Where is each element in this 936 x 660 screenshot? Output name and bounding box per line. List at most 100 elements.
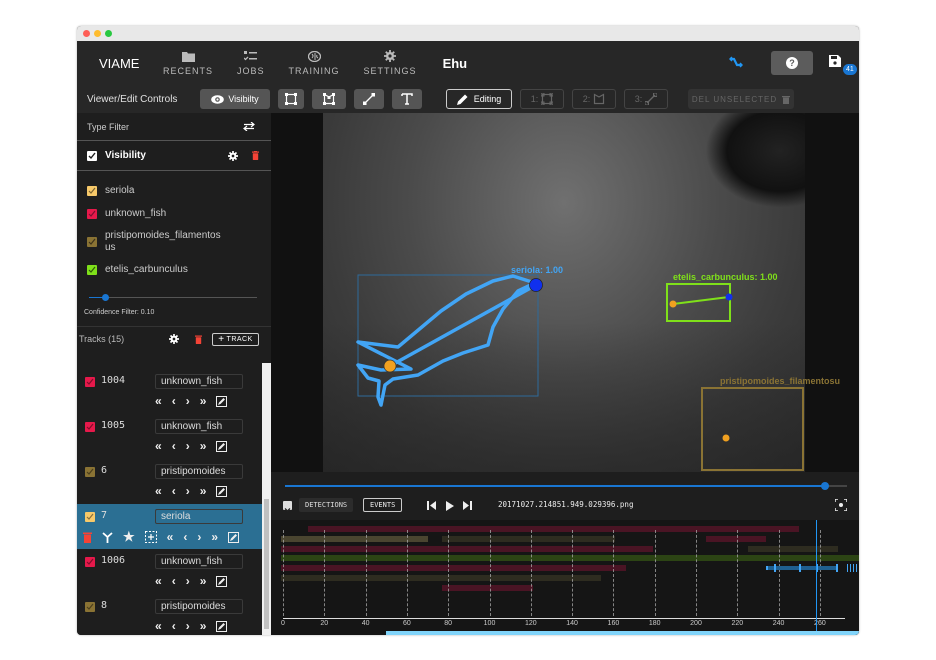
type-checkbox[interactable] <box>87 208 97 219</box>
previous-frame-icon[interactable]: ‹ <box>183 530 187 544</box>
track-row[interactable]: 1005 unknown_fish « ‹ › » <box>77 414 262 459</box>
app-brand[interactable]: VIAME <box>99 56 163 71</box>
timeline-track-bar[interactable] <box>280 545 653 552</box>
visibility-all-checkbox[interactable] <box>87 150 97 161</box>
skip-next-icon[interactable] <box>463 501 472 510</box>
track-checkbox[interactable] <box>85 512 95 522</box>
nav-recents[interactable]: RECENTS <box>163 51 213 76</box>
slider-thumb[interactable] <box>102 294 109 301</box>
keyframe-marker[interactable] <box>774 564 777 572</box>
track-row[interactable]: 1004 unknown_fish « ‹ › » <box>77 369 262 414</box>
previous-frame-icon[interactable]: ‹ <box>172 619 176 633</box>
track-checkbox[interactable] <box>85 602 95 612</box>
seriola-polygon[interactable] <box>356 274 537 407</box>
timeline-track-bar[interactable] <box>706 535 767 542</box>
track-checkbox[interactable] <box>85 557 95 567</box>
previous-frame-icon[interactable]: ‹ <box>172 574 176 588</box>
type-checkbox[interactable] <box>87 185 97 196</box>
last-frame-icon[interactable]: » <box>200 484 207 498</box>
last-frame-icon[interactable]: » <box>211 530 218 544</box>
tail-point[interactable] <box>669 300 677 308</box>
timeline-scrollbar[interactable] <box>386 631 859 635</box>
edit-track-icon[interactable] <box>216 575 228 587</box>
delete-unselected-button[interactable]: DEL UNSELECTED <box>688 89 794 109</box>
previous-frame-icon[interactable]: ‹ <box>172 394 176 408</box>
editing-button[interactable]: Editing <box>446 89 512 109</box>
head-point[interactable] <box>529 278 543 292</box>
track-type-input[interactable]: unknown_fish <box>155 554 243 569</box>
track-list-scrollbar[interactable] <box>262 363 271 635</box>
close-window-button[interactable] <box>83 30 90 37</box>
nav-settings[interactable]: SETTINGS <box>364 50 417 76</box>
visibility-button[interactable]: Visibilty <box>200 89 270 109</box>
first-frame-icon[interactable]: « <box>155 619 162 633</box>
minimize-window-button[interactable] <box>94 30 101 37</box>
track-row[interactable]: 7 seriola ★ « ‹ › » <box>77 504 262 549</box>
swap-icon[interactable] <box>243 122 255 131</box>
show-polygons-button[interactable] <box>312 89 346 109</box>
etelis-headtail-line[interactable] <box>672 296 730 305</box>
first-frame-icon[interactable]: « <box>155 394 162 408</box>
line-mode-button[interactable]: 3: <box>624 89 668 109</box>
type-row-seriola[interactable]: seriola <box>77 179 271 202</box>
help-button[interactable]: ? <box>771 51 813 75</box>
keyframe-marker[interactable] <box>849 564 852 572</box>
last-frame-icon[interactable]: » <box>200 394 207 408</box>
timeline-track-bar[interactable] <box>280 555 859 562</box>
show-lines-button[interactable] <box>354 89 384 109</box>
rectangle-mode-button[interactable]: 1: <box>520 89 564 109</box>
next-frame-icon[interactable]: › <box>186 619 190 633</box>
video-frame[interactable]: seriola: 1.00 etelis_carbunculus: 1.00 p… <box>323 113 840 472</box>
etelis-bbox[interactable] <box>666 283 731 322</box>
confidence-slider[interactable] <box>77 287 271 309</box>
save-button[interactable]: 41 <box>829 54 857 75</box>
first-frame-icon[interactable]: « <box>155 439 162 453</box>
timeline-track-bar[interactable] <box>442 535 616 542</box>
type-checkbox[interactable] <box>87 264 97 275</box>
polygon-mode-button[interactable]: 2: <box>572 89 616 109</box>
next-frame-icon[interactable]: › <box>186 439 190 453</box>
next-frame-icon[interactable]: › <box>186 484 190 498</box>
split-track-icon[interactable] <box>102 531 113 543</box>
tail-point[interactable] <box>383 359 397 373</box>
last-frame-icon[interactable]: » <box>200 439 207 453</box>
edit-track-icon[interactable] <box>216 620 228 632</box>
edit-track-icon[interactable] <box>216 485 228 497</box>
edit-track-icon[interactable] <box>228 531 240 543</box>
track-checkbox[interactable] <box>85 467 95 477</box>
edit-track-icon[interactable] <box>216 395 228 407</box>
gear-icon[interactable] <box>228 150 238 161</box>
track-row[interactable]: 1006 unknown_fish « ‹ › » <box>77 549 262 594</box>
track-checkbox[interactable] <box>85 422 95 432</box>
next-frame-icon[interactable]: › <box>197 530 201 544</box>
last-frame-icon[interactable]: » <box>200 574 207 588</box>
track-type-input[interactable]: pristipomoides <box>155 464 243 479</box>
keyframe-marker[interactable] <box>799 564 802 572</box>
delete-track-icon[interactable] <box>83 532 92 543</box>
track-type-input[interactable]: unknown_fish <box>155 419 243 434</box>
nav-training[interactable]: TRAINING <box>289 50 340 76</box>
next-frame-icon[interactable]: › <box>186 574 190 588</box>
maximize-window-button[interactable] <box>105 30 112 37</box>
center-view-icon[interactable] <box>835 499 847 511</box>
type-row-etelis[interactable]: etelis_carbunculus <box>77 258 271 281</box>
sync-icon[interactable] <box>729 56 743 70</box>
track-type-input[interactable]: pristipomoides <box>155 599 243 614</box>
scrollbar-thumb[interactable] <box>264 499 269 629</box>
selected-track-span[interactable] <box>766 566 837 570</box>
frame-slider-thumb[interactable] <box>820 482 829 490</box>
show-rectangles-button[interactable] <box>278 89 304 109</box>
pristipomoides-bbox[interactable] <box>701 387 804 471</box>
add-track-button[interactable]: + TRACK <box>212 332 259 346</box>
keyframe-marker[interactable] <box>846 564 849 572</box>
track-row[interactable]: 8 pristipomoides « ‹ › » <box>77 594 262 635</box>
play-icon[interactable] <box>446 501 454 511</box>
detections-tab[interactable]: DETECTIONS <box>299 498 354 512</box>
keyframe-marker[interactable] <box>852 564 855 572</box>
merge-icon[interactable] <box>144 531 157 543</box>
current-frame-indicator[interactable] <box>815 520 817 635</box>
track-checkbox[interactable] <box>85 377 95 387</box>
edit-track-icon[interactable] <box>216 440 228 452</box>
keyframe-marker[interactable] <box>836 564 839 572</box>
trash-icon[interactable] <box>252 151 259 160</box>
